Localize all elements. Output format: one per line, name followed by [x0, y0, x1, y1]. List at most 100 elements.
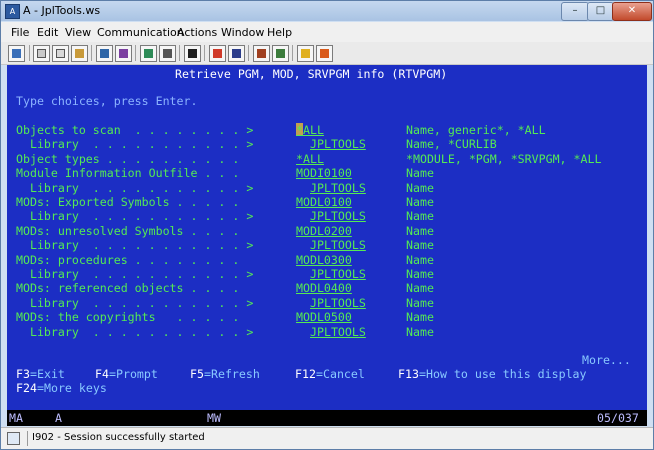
exported-symbols-input[interactable]: MODL0100 — [296, 195, 352, 209]
send-icon[interactable] — [96, 45, 113, 62]
fkey-key: F3 — [16, 367, 30, 381]
field-help: Name, generic*, *ALL — [406, 123, 546, 137]
fkey-label: =More keys — [37, 381, 107, 395]
menu-edit[interactable]: Edit — [37, 26, 58, 39]
close-button[interactable]: ✕ — [612, 2, 652, 21]
support-icon[interactable] — [297, 45, 314, 62]
fkey-key: F13 — [398, 367, 419, 381]
oia-system-indicator: MA — [9, 411, 23, 425]
referenced-objects-input[interactable]: MODL0400 — [296, 281, 352, 295]
terminal-screen[interactable]: Retrieve PGM, MOD, SRVPGM info (RTVPGM) … — [7, 65, 647, 410]
field-help: Name — [406, 296, 434, 310]
status-divider — [27, 431, 28, 446]
session-status-icon — [7, 432, 20, 445]
display-icon[interactable] — [140, 45, 157, 62]
fkey-key: F12 — [295, 367, 316, 381]
menu-view[interactable]: View — [65, 26, 91, 39]
field-label: Library . . . . . . . . . . . > — [16, 209, 254, 223]
screen-instruction: Type choices, press Enter. — [16, 94, 198, 108]
toolbar-separator — [179, 45, 180, 61]
macro-play-icon[interactable] — [184, 45, 201, 62]
status-bar: I902 - Session successfully started — [1, 427, 653, 449]
toolbar-separator — [248, 45, 249, 61]
menu-communication[interactable]: Communication — [97, 26, 184, 39]
toolbar — [1, 42, 653, 65]
print-screen-icon[interactable] — [8, 45, 25, 62]
cut-icon[interactable] — [33, 45, 50, 62]
object-types-input[interactable]: *ALL — [296, 152, 324, 166]
fkey-key: F5 — [190, 367, 204, 381]
field-help: Name — [406, 325, 434, 339]
operator-info-area: MA A MW 05/037 — [7, 410, 647, 426]
minimize-button[interactable]: – — [561, 2, 589, 21]
library-input[interactable]: JPLTOOLS — [310, 238, 366, 252]
more-indicator: More... — [582, 353, 631, 367]
fkey-label: =Exit — [30, 367, 65, 381]
fkey-key: F24 — [16, 381, 37, 395]
procedures-input[interactable]: MODL0300 — [296, 253, 352, 267]
paste-icon[interactable] — [71, 45, 88, 62]
field-label: MODs: Exported Symbols . . . . . — [16, 195, 247, 209]
stop-macro-icon[interactable] — [228, 45, 245, 62]
field-help: Name — [406, 224, 434, 238]
field-label: Library . . . . . . . . . . . > — [16, 238, 254, 252]
copyrights-input[interactable]: MODL0500 — [296, 310, 352, 324]
field-help: Name — [406, 195, 434, 209]
field-label: Objects to scan . . . . . . . . > — [16, 123, 254, 137]
field-label: Object types . . . . . . . . . . — [16, 152, 247, 166]
toolbar-separator — [91, 45, 92, 61]
fkey-label: =Refresh — [204, 367, 260, 381]
field-help: Name — [406, 181, 434, 195]
library-input[interactable]: JPLTOOLS — [310, 209, 366, 223]
field-label: Library . . . . . . . . . . . > — [16, 137, 254, 151]
help-icon[interactable] — [316, 45, 333, 62]
maximize-button[interactable]: □ — [587, 2, 614, 21]
emulator-window: A A - JplTools.ws – □ ✕ File Edit View C… — [0, 0, 654, 450]
menu-help[interactable]: Help — [267, 26, 292, 39]
field-help: Name — [406, 281, 434, 295]
app-icon[interactable]: A — [5, 4, 20, 19]
field-label: Library . . . . . . . . . . . > — [16, 296, 254, 310]
keyboard-icon[interactable] — [159, 45, 176, 62]
module-info-outfile-input[interactable]: MODI0100 — [296, 166, 352, 180]
status-message: I902 - Session successfully started — [32, 432, 205, 443]
menu-window[interactable]: Window — [221, 26, 264, 39]
field-help: Name — [406, 310, 434, 324]
field-help: Name — [406, 253, 434, 267]
field-help: Name — [406, 209, 434, 223]
record-macro-icon[interactable] — [209, 45, 226, 62]
menu-file[interactable]: File — [11, 26, 29, 39]
copy-icon[interactable] — [52, 45, 69, 62]
library-input[interactable]: JPLTOOLS — [310, 296, 366, 310]
field-label: Library . . . . . . . . . . . > — [16, 325, 254, 339]
unresolved-symbols-input[interactable]: MODL0200 — [296, 224, 352, 238]
library-input[interactable]: JPLTOOLS — [310, 181, 366, 195]
cursor-position: 05/037 — [597, 411, 639, 425]
fkey-label: =Cancel — [316, 367, 365, 381]
window-title: A - JplTools.ws — [23, 4, 101, 17]
menu-actions[interactable]: Actions — [177, 26, 217, 39]
title-bar[interactable]: A A - JplTools.ws – □ ✕ — [1, 1, 653, 21]
field-label: Library . . . . . . . . . . . > — [16, 181, 254, 195]
field-help: Name — [406, 238, 434, 252]
field-label: MODs: procedures . . . . . . . . — [16, 253, 247, 267]
objects-to-scan-input[interactable]: *ALL — [296, 123, 324, 137]
field-help: Name — [406, 267, 434, 281]
macro-edit-icon[interactable] — [272, 45, 289, 62]
toolbar-separator — [135, 45, 136, 61]
field-label: MODs: the copyrights . . . . . — [16, 310, 247, 324]
library-input[interactable]: JPLTOOLS — [310, 267, 366, 281]
oia-session-indicator: A — [55, 411, 62, 425]
toolbar-separator — [204, 45, 205, 61]
toolbar-separator — [29, 45, 30, 61]
field-help: Name, *CURLIB — [406, 137, 497, 151]
library-input[interactable]: JPLTOOLS — [310, 325, 366, 339]
field-label: Library . . . . . . . . . . . > — [16, 267, 254, 281]
field-label: MODs: unresolved Symbols . . . . — [16, 224, 247, 238]
play-macro-icon[interactable] — [253, 45, 270, 62]
toolbar-separator — [292, 45, 293, 61]
library-input[interactable]: JPLTOOLS — [310, 137, 366, 151]
field-label: Module Information Outfile . . . — [16, 166, 247, 180]
receive-icon[interactable] — [115, 45, 132, 62]
field-help: Name — [406, 166, 434, 180]
